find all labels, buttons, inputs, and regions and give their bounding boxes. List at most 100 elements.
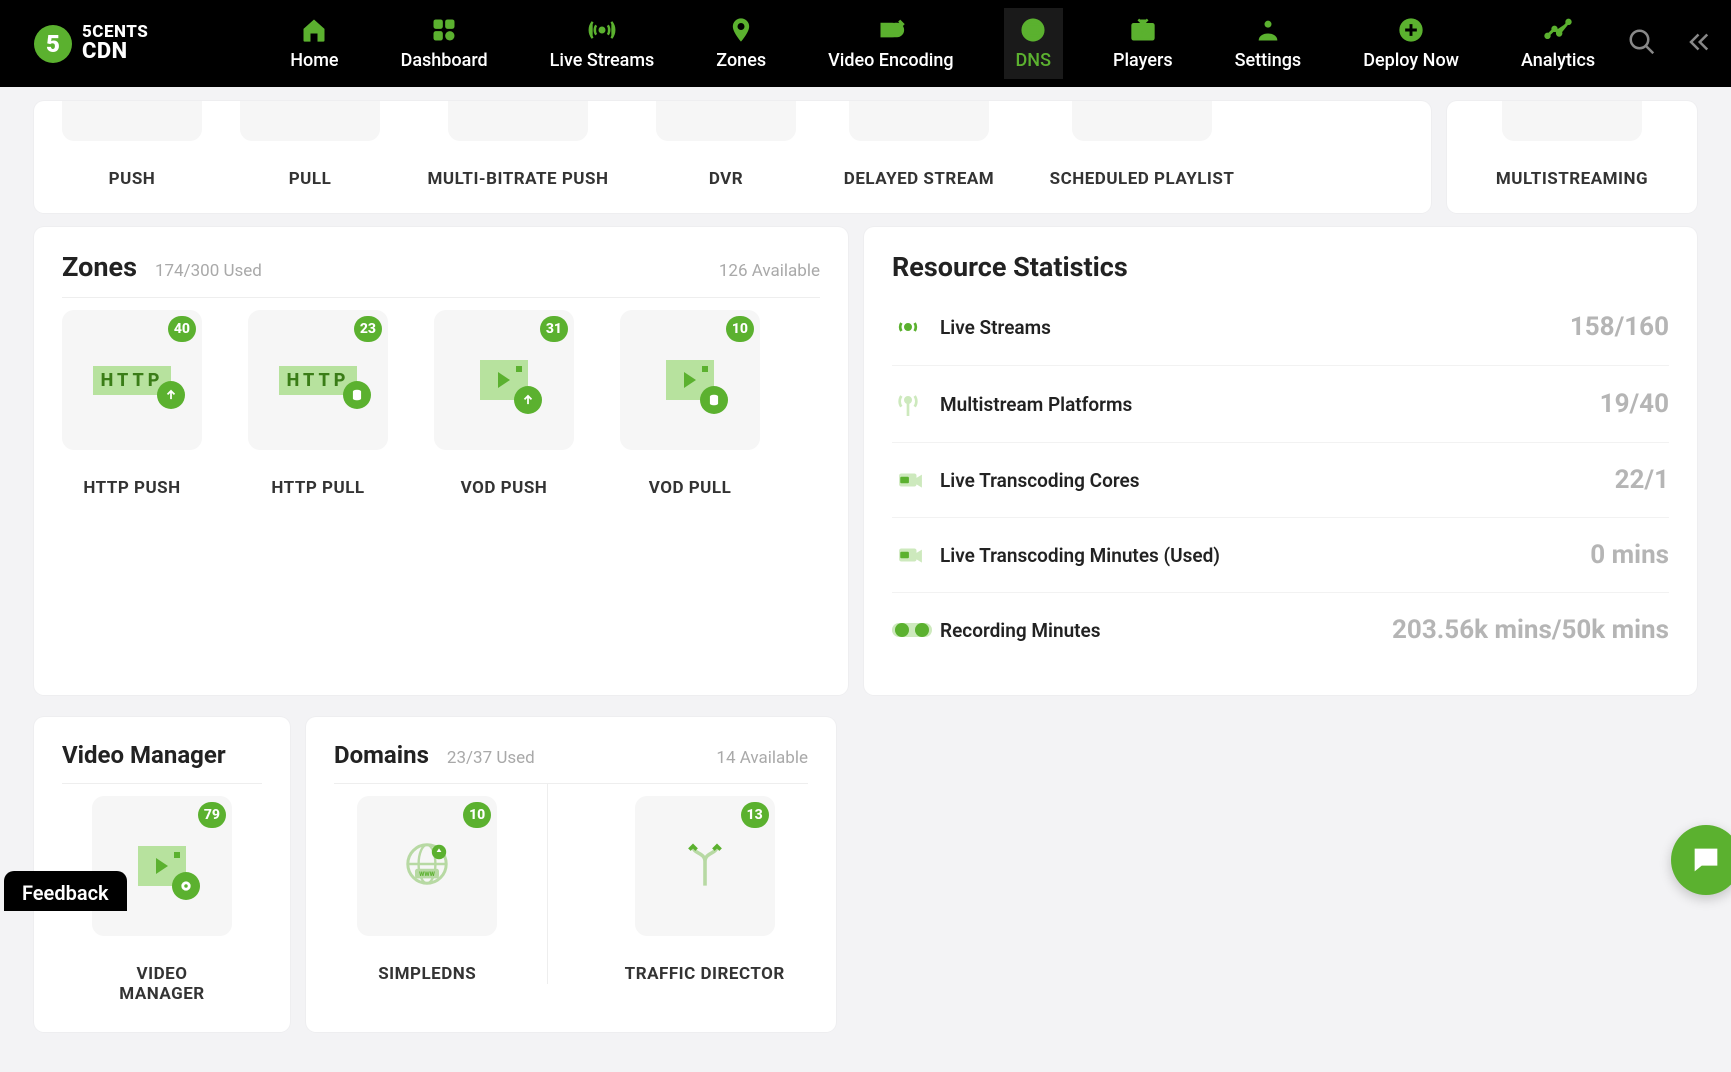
top-strip-row: PUSH PULL MULTI-BITRATE PUSH DVR DELAYED… <box>34 101 1697 213</box>
count-badge: 10 <box>726 316 754 342</box>
resource-stats-card: Resource Statistics Live Streams 158/160… <box>864 227 1697 695</box>
row-zones-stats: Zones 174/300 Used 126 Available 40 HTTP… <box>34 227 1697 695</box>
traffic-director-icon <box>681 840 729 892</box>
tile-label: MULTISTREAMING <box>1482 169 1662 189</box>
nav-label: Zones <box>716 50 766 71</box>
tile-scheduled[interactable]: SCHEDULED PLAYLIST <box>1042 101 1242 189</box>
stat-transcoding-minutes: Live Transcoding Minutes (Used) 0 mins <box>892 518 1669 593</box>
count-badge: 23 <box>354 316 382 342</box>
top-strip-card-right: MULTISTREAMING <box>1447 101 1697 213</box>
video-manager-icon <box>138 846 186 886</box>
tile-label: DVR <box>656 169 796 189</box>
collapse-icon[interactable] <box>1681 27 1711 61</box>
dns-globe-icon: WWW <box>403 840 451 892</box>
brand-logo[interactable]: 5 5CENTS CDN <box>34 24 148 63</box>
count-badge: 40 <box>168 316 196 342</box>
nav-home[interactable]: Home <box>278 8 350 79</box>
stat-value: 22/1 <box>1615 465 1669 495</box>
count-badge: 31 <box>540 316 568 342</box>
brand-badge: 5 <box>34 25 72 63</box>
nav-players[interactable]: Players <box>1101 8 1185 79</box>
http-icon: HTTP <box>93 366 172 395</box>
domains-title: Domains <box>334 741 429 769</box>
stat-value: 158/160 <box>1570 312 1669 342</box>
nav-video-encoding[interactable]: Video Encoding <box>816 8 965 79</box>
count-badge: 79 <box>198 802 226 828</box>
tile-simpledns[interactable]: 10 WWW SIMPLEDNS <box>357 784 548 984</box>
stat-recording-minutes: Recording Minutes 203.56k mins/50k mins <box>892 593 1669 667</box>
analytics-icon <box>1544 16 1572 44</box>
stat-multistream: Multistream Platforms 19/40 <box>892 366 1669 443</box>
camera-icon <box>892 467 940 493</box>
zone-http-push[interactable]: 40 HTTP HTTP PUSH <box>62 298 202 498</box>
nav-label: Video Encoding <box>828 50 953 71</box>
nav-deploy[interactable]: Deploy Now <box>1351 8 1471 79</box>
tile-label: DELAYED STREAM <box>834 169 1004 189</box>
stat-label: Live Transcoding Minutes (Used) <box>940 544 1220 567</box>
zone-vod-push[interactable]: 31 VOD PUSH <box>434 298 574 498</box>
tile-label: VIDEO MANAGER <box>92 964 232 1004</box>
tile-label: SCHEDULED PLAYLIST <box>1042 169 1242 189</box>
tile-label: SIMPLEDNS <box>378 964 476 984</box>
toggle-icon <box>892 620 940 640</box>
nav-livestreams[interactable]: Live Streams <box>538 8 667 79</box>
nav-analytics[interactable]: Analytics <box>1509 8 1607 79</box>
tile-push[interactable]: PUSH <box>62 101 202 189</box>
nav-dashboard[interactable]: Dashboard <box>389 8 500 79</box>
broadcast-icon <box>892 311 940 343</box>
tile-delayed[interactable]: DELAYED STREAM <box>834 101 1004 189</box>
tile-dvr[interactable]: DVR <box>656 101 796 189</box>
page-container: PUSH PULL MULTI-BITRATE PUSH DVR DELAYED… <box>0 101 1731 1072</box>
tile-pull[interactable]: PULL <box>240 101 380 189</box>
globe-icon <box>1019 16 1047 44</box>
feedback-button[interactable]: Feedback <box>4 871 127 911</box>
route-icon <box>877 16 905 44</box>
svg-text:WWW: WWW <box>419 871 435 878</box>
tile-traffic-director[interactable]: 13 TRAFFIC DIRECTOR <box>595 784 785 984</box>
nav-label: Analytics <box>1521 50 1595 71</box>
vm-title: Video Manager <box>62 741 226 769</box>
tv-icon <box>1129 16 1157 44</box>
stat-label: Multistream Platforms <box>940 393 1132 416</box>
domains-used: 23/37 Used <box>447 748 535 768</box>
zone-http-pull[interactable]: 23 HTTP HTTP PULL <box>248 298 388 498</box>
vod-push-icon <box>480 360 528 400</box>
stat-value: 0 mins <box>1590 540 1669 570</box>
tile-label: VOD PULL <box>649 478 732 498</box>
top-nav: 5 5CENTS CDN Home Dashboard Live Streams… <box>0 0 1731 87</box>
zone-vod-pull[interactable]: 10 VOD PULL <box>620 298 760 498</box>
nav-label: Players <box>1113 50 1173 71</box>
stat-label: Recording Minutes <box>940 619 1101 642</box>
camera-icon <box>892 542 940 568</box>
chat-icon <box>1689 843 1723 877</box>
tile-label: TRAFFIC DIRECTOR <box>625 964 785 984</box>
home-icon <box>300 16 328 44</box>
stat-label: Live Transcoding Cores <box>940 469 1139 492</box>
zones-used: 174/300 Used <box>155 261 262 281</box>
tile-label: MULTI-BITRATE PUSH <box>418 169 618 189</box>
nav-dns[interactable]: DNS <box>1004 8 1063 79</box>
search-icon[interactable] <box>1627 27 1657 61</box>
pin-icon <box>727 16 755 44</box>
nav-zones[interactable]: Zones <box>704 8 778 79</box>
stat-live-streams: Live Streams 158/160 <box>892 289 1669 366</box>
stat-label: Live Streams <box>940 316 1051 339</box>
domains-card: Domains 23/37 Used 14 Available 10 WWW S… <box>306 717 836 1032</box>
nav-label: Dashboard <box>401 50 488 71</box>
brand-text: 5CENTS CDN <box>82 24 148 63</box>
zones-available: 126 Available <box>719 261 820 281</box>
grid-icon <box>430 16 458 44</box>
nav-label: Live Streams <box>550 50 655 71</box>
nav-items: Home Dashboard Live Streams Zones Video … <box>278 8 1607 79</box>
tile-label: VOD PUSH <box>461 478 548 498</box>
plus-circle-icon <box>1397 16 1425 44</box>
row-vm-domains: Video Manager 79 VIDEO MANAGER Domains 2… <box>34 717 1697 1032</box>
tile-label: HTTP PULL <box>271 478 364 498</box>
nav-settings[interactable]: Settings <box>1223 8 1314 79</box>
vod-pull-icon <box>666 360 714 400</box>
nav-label: Home <box>290 50 338 71</box>
stat-transcoding-cores: Live Transcoding Cores 22/1 <box>892 443 1669 518</box>
tile-multistreaming[interactable]: MULTISTREAMING <box>1482 101 1662 189</box>
domains-available: 14 Available <box>716 748 808 768</box>
tile-multibitrate[interactable]: MULTI-BITRATE PUSH <box>418 101 618 189</box>
